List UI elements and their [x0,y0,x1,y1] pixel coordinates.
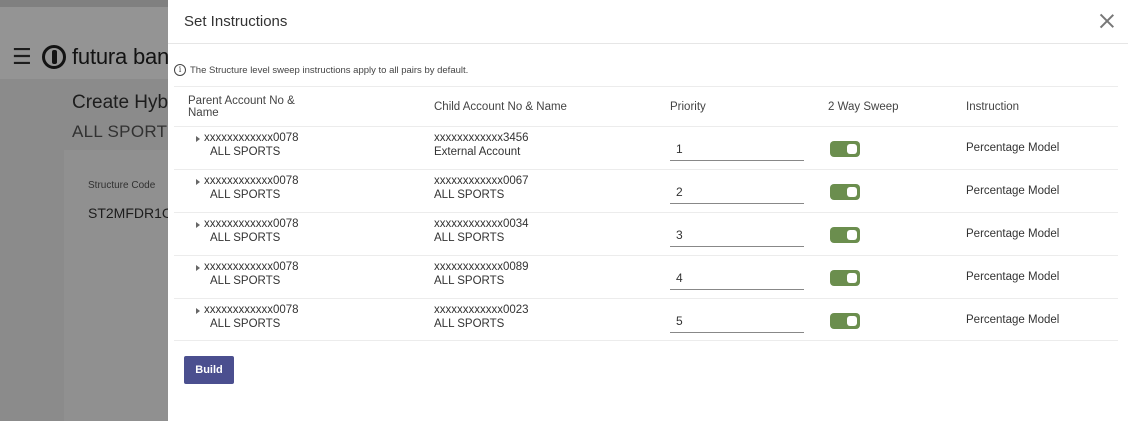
column-header-priority: Priority [670,101,706,113]
child-account-name: External Account [434,146,521,158]
toggle-knob [847,273,857,283]
parent-account-number: xxxxxxxxxxxx0078 [204,132,299,144]
instruction-value: Percentage Model [966,314,1060,326]
set-instructions-modal: Set Instructions i The Structure level s… [168,0,1128,421]
info-text: The Structure level sweep instructions a… [190,64,469,76]
parent-account-name: ALL SPORTS [210,189,281,201]
column-header-parent: Parent Account No & Name [188,95,295,119]
child-account-name: ALL SPORTS [434,232,505,244]
child-account-number: xxxxxxxxxxxx0034 [434,218,529,230]
child-account-name: ALL SPORTS [434,189,505,201]
column-header-child: Child Account No & Name [434,101,567,113]
priority-input[interactable] [670,223,804,247]
table-row: xxxxxxxxxxxx0078 ALL SPORTS xxxxxxxxxxxx… [174,169,1118,212]
toggle-knob [847,316,857,326]
instruction-value: Percentage Model [966,185,1060,197]
expand-caret-icon[interactable] [196,179,200,185]
parent-account-name: ALL SPORTS [210,146,281,158]
child-account-number: xxxxxxxxxxxx0089 [434,261,529,273]
child-account-name: ALL SPORTS [434,275,505,287]
expand-caret-icon[interactable] [196,136,200,142]
parent-account-number: xxxxxxxxxxxx0078 [204,218,299,230]
instruction-value: Percentage Model [966,271,1060,283]
child-account-number: xxxxxxxxxxxx0023 [434,304,529,316]
table-row: xxxxxxxxxxxx0078 ALL SPORTS xxxxxxxxxxxx… [174,255,1118,298]
priority-input[interactable] [670,137,804,161]
priority-input[interactable] [670,309,804,333]
instruction-value: Percentage Model [966,228,1060,240]
expand-caret-icon[interactable] [196,308,200,314]
expand-caret-icon[interactable] [196,222,200,228]
instruction-value: Percentage Model [966,142,1060,154]
info-icon: i [174,64,186,76]
build-button[interactable]: Build [184,356,234,384]
column-header-instruction: Instruction [966,101,1020,113]
parent-account-number: xxxxxxxxxxxx0078 [204,261,299,273]
priority-input[interactable] [670,266,804,290]
parent-account-name: ALL SPORTS [210,275,281,287]
two-way-sweep-toggle[interactable] [830,270,860,286]
two-way-sweep-toggle[interactable] [830,141,860,157]
modal-title: Set Instructions [184,13,288,30]
close-icon[interactable] [1096,10,1118,32]
toggle-knob [847,230,857,240]
modal-header: Set Instructions [168,0,1128,44]
parent-account-name: ALL SPORTS [210,318,281,330]
column-header-two-way-sweep: 2 Way Sweep [828,101,899,113]
expand-caret-icon[interactable] [196,265,200,271]
priority-input[interactable] [670,180,804,204]
instructions-table: Parent Account No & Name Child Account N… [174,86,1118,341]
table-row: xxxxxxxxxxxx0078 ALL SPORTS xxxxxxxxxxxx… [174,126,1118,169]
info-message: i The Structure level sweep instructions… [174,64,468,76]
child-account-name: ALL SPORTS [434,318,505,330]
toggle-knob [847,187,857,197]
two-way-sweep-toggle[interactable] [830,184,860,200]
table-header: Parent Account No & Name Child Account N… [174,86,1118,126]
two-way-sweep-toggle[interactable] [830,227,860,243]
parent-account-number: xxxxxxxxxxxx0078 [204,175,299,187]
parent-account-number: xxxxxxxxxxxx0078 [204,304,299,316]
table-row: xxxxxxxxxxxx0078 ALL SPORTS xxxxxxxxxxxx… [174,212,1118,255]
table-row: xxxxxxxxxxxx0078 ALL SPORTS xxxxxxxxxxxx… [174,298,1118,341]
child-account-number: xxxxxxxxxxxx3456 [434,132,529,144]
parent-account-name: ALL SPORTS [210,232,281,244]
toggle-knob [847,144,857,154]
two-way-sweep-toggle[interactable] [830,313,860,329]
child-account-number: xxxxxxxxxxxx0067 [434,175,529,187]
